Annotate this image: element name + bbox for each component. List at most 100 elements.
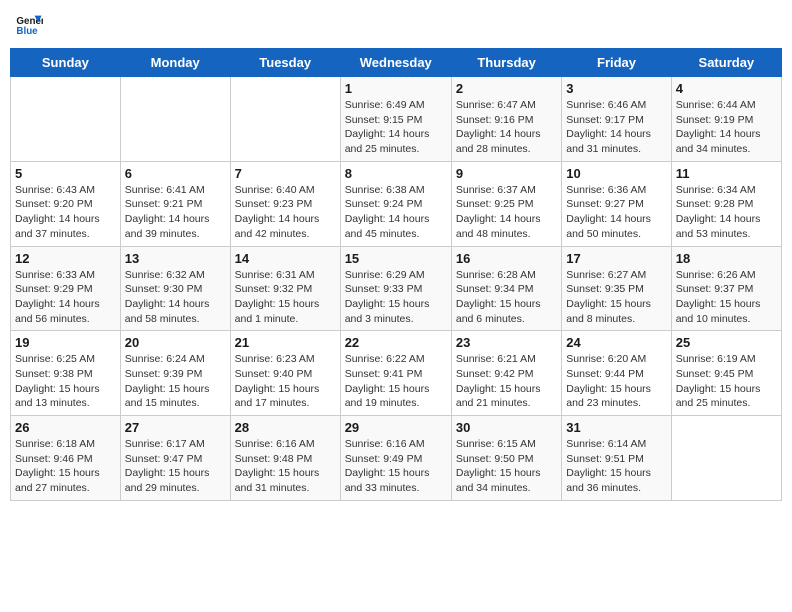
day-number: 2 xyxy=(456,81,557,96)
day-number: 24 xyxy=(566,335,666,350)
calendar-header: SundayMondayTuesdayWednesdayThursdayFrid… xyxy=(11,49,782,77)
day-info: Sunrise: 6:17 AM Sunset: 9:47 PM Dayligh… xyxy=(125,437,226,496)
calendar-cell: 28 Sunrise: 6:16 AM Sunset: 9:48 PM Dayli… xyxy=(230,416,340,501)
day-info: Sunrise: 6:38 AM Sunset: 9:24 PM Dayligh… xyxy=(345,183,447,242)
day-number: 11 xyxy=(676,166,777,181)
day-number: 15 xyxy=(345,251,447,266)
calendar-cell xyxy=(230,77,340,162)
calendar-cell: 22 Sunrise: 6:22 AM Sunset: 9:41 PM Dayli… xyxy=(340,331,451,416)
day-number: 17 xyxy=(566,251,666,266)
calendar-cell: 16 Sunrise: 6:28 AM Sunset: 9:34 PM Dayli… xyxy=(451,246,561,331)
calendar-cell: 14 Sunrise: 6:31 AM Sunset: 9:32 PM Dayli… xyxy=(230,246,340,331)
calendar-cell: 7 Sunrise: 6:40 AM Sunset: 9:23 PM Daylig… xyxy=(230,161,340,246)
weekday-header-sunday: Sunday xyxy=(11,49,121,77)
calendar-cell: 15 Sunrise: 6:29 AM Sunset: 9:33 PM Dayli… xyxy=(340,246,451,331)
day-info: Sunrise: 6:18 AM Sunset: 9:46 PM Dayligh… xyxy=(15,437,116,496)
day-number: 26 xyxy=(15,420,116,435)
day-number: 30 xyxy=(456,420,557,435)
calendar-cell: 20 Sunrise: 6:24 AM Sunset: 9:39 PM Dayli… xyxy=(120,331,230,416)
day-number: 28 xyxy=(235,420,336,435)
calendar-table: SundayMondayTuesdayWednesdayThursdayFrid… xyxy=(10,48,782,501)
calendar-cell: 18Sunrise: 6:26 AM Sunset: 9:37 PM Dayli… xyxy=(671,246,781,331)
day-number: 23 xyxy=(456,335,557,350)
day-number: 13 xyxy=(125,251,226,266)
day-info: Sunrise: 6:26 AM Sunset: 9:37 PM Dayligh… xyxy=(676,268,777,327)
calendar-cell: 9 Sunrise: 6:37 AM Sunset: 9:25 PM Daylig… xyxy=(451,161,561,246)
day-info: Sunrise: 6:32 AM Sunset: 9:30 PM Dayligh… xyxy=(125,268,226,327)
calendar-cell: 12Sunrise: 6:33 AM Sunset: 9:29 PM Dayli… xyxy=(11,246,121,331)
calendar-body: 1Sunrise: 6:49 AM Sunset: 9:15 PM Daylig… xyxy=(11,77,782,501)
day-info: Sunrise: 6:31 AM Sunset: 9:32 PM Dayligh… xyxy=(235,268,336,327)
calendar-cell: 17Sunrise: 6:27 AM Sunset: 9:35 PM Dayli… xyxy=(562,246,671,331)
day-info: Sunrise: 6:36 AM Sunset: 9:27 PM Dayligh… xyxy=(566,183,666,242)
day-number: 5 xyxy=(15,166,116,181)
day-info: Sunrise: 6:23 AM Sunset: 9:40 PM Dayligh… xyxy=(235,352,336,411)
calendar-cell: 30 Sunrise: 6:15 AM Sunset: 9:50 PM Dayli… xyxy=(451,416,561,501)
day-info: Sunrise: 6:34 AM Sunset: 9:28 PM Dayligh… xyxy=(676,183,777,242)
calendar-cell: 1Sunrise: 6:49 AM Sunset: 9:15 PM Daylig… xyxy=(340,77,451,162)
day-info: Sunrise: 6:24 AM Sunset: 9:39 PM Dayligh… xyxy=(125,352,226,411)
calendar-cell: 24 Sunrise: 6:20 AM Sunset: 9:44 PM Dayli… xyxy=(562,331,671,416)
weekday-header-friday: Friday xyxy=(562,49,671,77)
calendar-cell xyxy=(11,77,121,162)
day-number: 20 xyxy=(125,335,226,350)
day-number: 12 xyxy=(15,251,116,266)
day-number: 29 xyxy=(345,420,447,435)
calendar-week-4: 19 Sunrise: 6:25 AM Sunset: 9:38 PM Dayli… xyxy=(11,331,782,416)
calendar-cell: 6 Sunrise: 6:41 AM Sunset: 9:21 PM Daylig… xyxy=(120,161,230,246)
calendar-cell: 2 Sunrise: 6:47 AM Sunset: 9:16 PM Daylig… xyxy=(451,77,561,162)
day-info: Sunrise: 6:40 AM Sunset: 9:23 PM Dayligh… xyxy=(235,183,336,242)
calendar-week-1: 1Sunrise: 6:49 AM Sunset: 9:15 PM Daylig… xyxy=(11,77,782,162)
day-number: 14 xyxy=(235,251,336,266)
day-number: 7 xyxy=(235,166,336,181)
logo-icon: General Blue xyxy=(15,10,43,38)
page-header: General Blue xyxy=(10,10,782,38)
calendar-cell: 5 Sunrise: 6:43 AM Sunset: 9:20 PM Daylig… xyxy=(11,161,121,246)
day-info: Sunrise: 6:47 AM Sunset: 9:16 PM Dayligh… xyxy=(456,98,557,157)
calendar-week-5: 26 Sunrise: 6:18 AM Sunset: 9:46 PM Dayli… xyxy=(11,416,782,501)
calendar-cell: 11 Sunrise: 6:34 AM Sunset: 9:28 PM Dayli… xyxy=(671,161,781,246)
calendar-cell: 23Sunrise: 6:21 AM Sunset: 9:42 PM Dayli… xyxy=(451,331,561,416)
day-number: 9 xyxy=(456,166,557,181)
weekday-header-saturday: Saturday xyxy=(671,49,781,77)
day-number: 21 xyxy=(235,335,336,350)
day-info: Sunrise: 6:16 AM Sunset: 9:49 PM Dayligh… xyxy=(345,437,447,496)
calendar-cell xyxy=(120,77,230,162)
weekday-header-thursday: Thursday xyxy=(451,49,561,77)
calendar-cell: 21 Sunrise: 6:23 AM Sunset: 9:40 PM Dayli… xyxy=(230,331,340,416)
day-number: 25 xyxy=(676,335,777,350)
calendar-cell: 26 Sunrise: 6:18 AM Sunset: 9:46 PM Dayli… xyxy=(11,416,121,501)
weekday-header-monday: Monday xyxy=(120,49,230,77)
day-info: Sunrise: 6:22 AM Sunset: 9:41 PM Dayligh… xyxy=(345,352,447,411)
day-info: Sunrise: 6:37 AM Sunset: 9:25 PM Dayligh… xyxy=(456,183,557,242)
day-info: Sunrise: 6:46 AM Sunset: 9:17 PM Dayligh… xyxy=(566,98,666,157)
day-number: 6 xyxy=(125,166,226,181)
day-info: Sunrise: 6:15 AM Sunset: 9:50 PM Dayligh… xyxy=(456,437,557,496)
day-info: Sunrise: 6:20 AM Sunset: 9:44 PM Dayligh… xyxy=(566,352,666,411)
calendar-cell: 3 Sunrise: 6:46 AM Sunset: 9:17 PM Daylig… xyxy=(562,77,671,162)
weekday-header-wednesday: Wednesday xyxy=(340,49,451,77)
calendar-cell: 31 Sunrise: 6:14 AM Sunset: 9:51 PM Dayli… xyxy=(562,416,671,501)
day-info: Sunrise: 6:25 AM Sunset: 9:38 PM Dayligh… xyxy=(15,352,116,411)
weekday-header-tuesday: Tuesday xyxy=(230,49,340,77)
calendar-cell: 13 Sunrise: 6:32 AM Sunset: 9:30 PM Dayli… xyxy=(120,246,230,331)
day-number: 27 xyxy=(125,420,226,435)
day-info: Sunrise: 6:41 AM Sunset: 9:21 PM Dayligh… xyxy=(125,183,226,242)
svg-text:Blue: Blue xyxy=(16,26,38,37)
day-info: Sunrise: 6:28 AM Sunset: 9:34 PM Dayligh… xyxy=(456,268,557,327)
day-info: Sunrise: 6:43 AM Sunset: 9:20 PM Dayligh… xyxy=(15,183,116,242)
day-number: 3 xyxy=(566,81,666,96)
day-number: 16 xyxy=(456,251,557,266)
calendar-cell: 29 Sunrise: 6:16 AM Sunset: 9:49 PM Dayli… xyxy=(340,416,451,501)
calendar-cell: 8Sunrise: 6:38 AM Sunset: 9:24 PM Daylig… xyxy=(340,161,451,246)
day-number: 19 xyxy=(15,335,116,350)
calendar-cell: 4Sunrise: 6:44 AM Sunset: 9:19 PM Daylig… xyxy=(671,77,781,162)
day-info: Sunrise: 6:14 AM Sunset: 9:51 PM Dayligh… xyxy=(566,437,666,496)
day-info: Sunrise: 6:29 AM Sunset: 9:33 PM Dayligh… xyxy=(345,268,447,327)
calendar-cell xyxy=(671,416,781,501)
weekday-header-row: SundayMondayTuesdayWednesdayThursdayFrid… xyxy=(11,49,782,77)
day-info: Sunrise: 6:16 AM Sunset: 9:48 PM Dayligh… xyxy=(235,437,336,496)
day-number: 31 xyxy=(566,420,666,435)
calendar-cell: 25Sunrise: 6:19 AM Sunset: 9:45 PM Dayli… xyxy=(671,331,781,416)
day-number: 22 xyxy=(345,335,447,350)
